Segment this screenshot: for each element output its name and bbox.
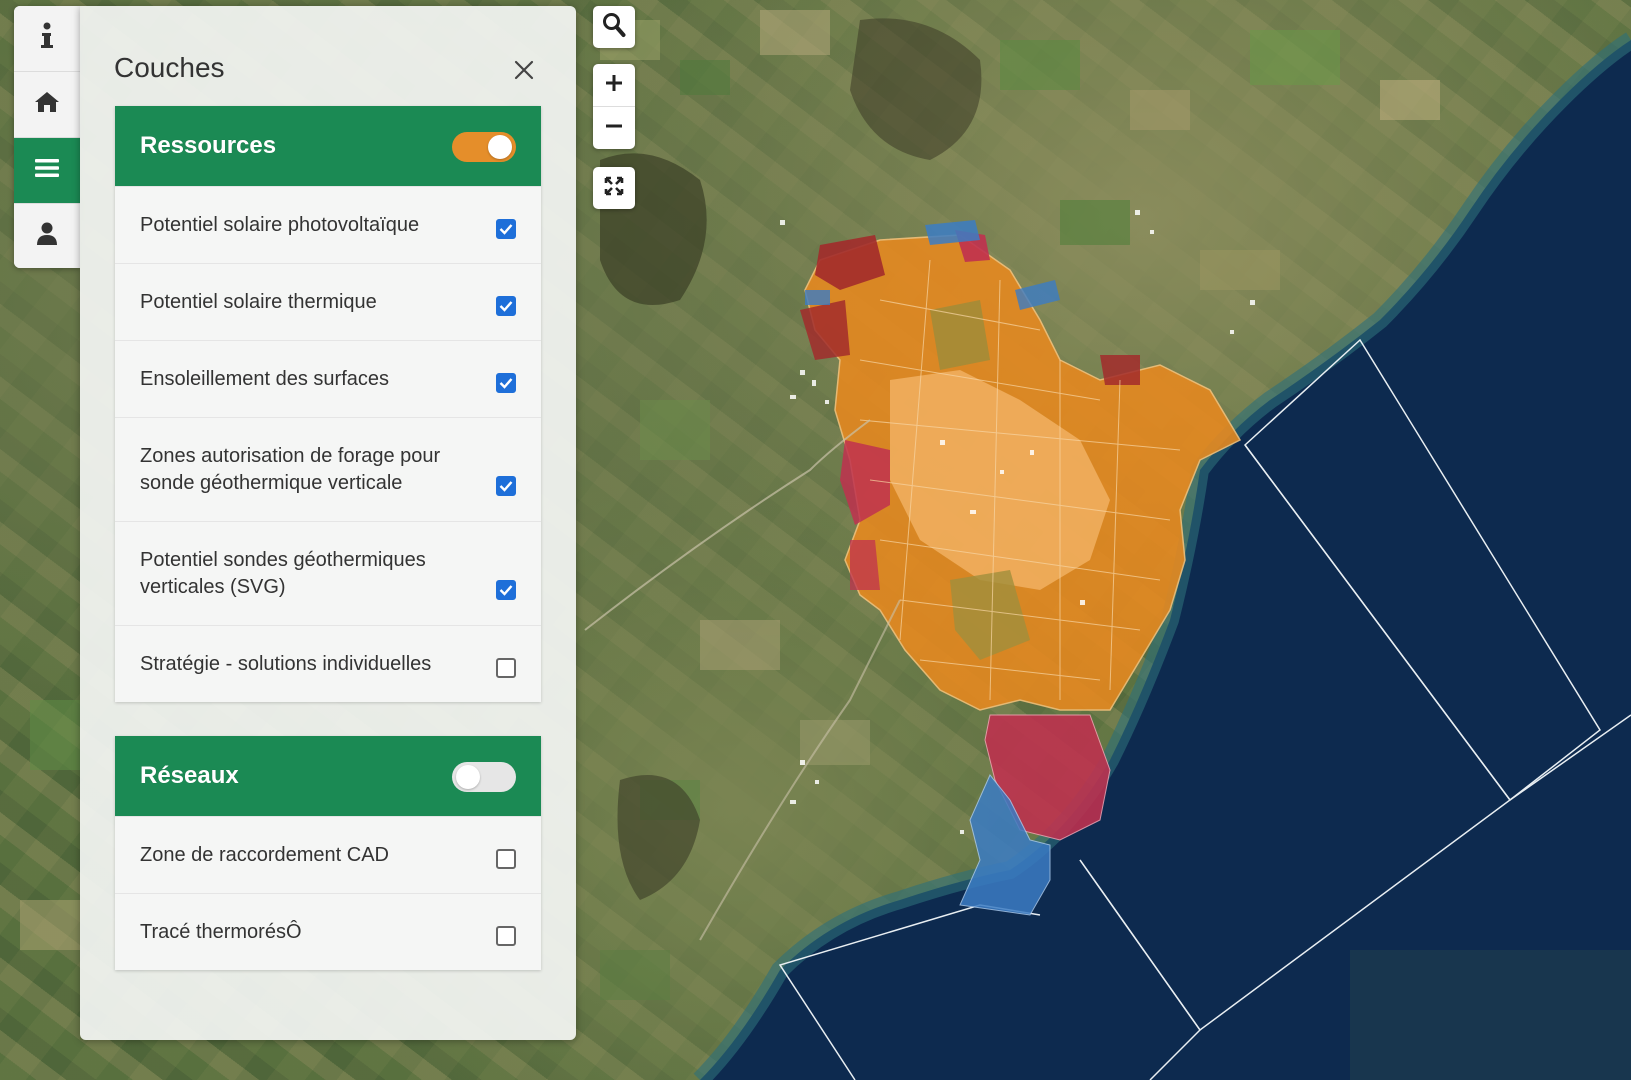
menu-icon <box>35 158 59 183</box>
layer-row[interactable]: Stratégie - solutions individuelles <box>115 625 541 702</box>
fullscreen-control <box>593 167 635 209</box>
layer-row[interactable]: Potentiel sondes géothermiques verticale… <box>115 521 541 625</box>
check-icon <box>499 481 513 492</box>
layer-checkbox[interactable] <box>496 580 516 600</box>
layer-label: Potentiel solaire photovoltaïque <box>140 213 420 236</box>
fullscreen-icon <box>603 175 625 202</box>
layer-label: Ensoleillement des surfaces <box>140 367 390 390</box>
layer-checkbox[interactable] <box>496 476 516 496</box>
layer-label: Stratégie - solutions individuelles <box>140 652 432 675</box>
layer-row[interactable]: Zones autorisation de forage pour sonde … <box>115 417 541 521</box>
sidebar-item-layers[interactable] <box>14 138 80 204</box>
info-icon <box>40 22 54 55</box>
zoom-control <box>593 64 635 149</box>
layer-row[interactable]: Tracé thermorésÔ <box>115 893 541 970</box>
toggle-knob <box>488 135 512 159</box>
sidebar-item-user[interactable] <box>14 204 80 268</box>
layer-checkbox[interactable] <box>496 849 516 869</box>
layer-label: Potentiel solaire thermique <box>140 290 377 313</box>
sidebar <box>14 6 80 268</box>
layers-panel: Couches Ressources Potentiel solaire pho… <box>80 6 576 1040</box>
group-toggle-ressources[interactable] <box>452 132 516 162</box>
close-button[interactable] <box>510 58 538 86</box>
close-icon <box>514 60 534 85</box>
search-button[interactable] <box>593 6 635 48</box>
zoom-in-button[interactable] <box>593 64 635 106</box>
check-icon <box>499 378 513 389</box>
home-icon <box>34 91 60 118</box>
layer-label: Tracé thermorésÔ <box>140 920 302 943</box>
zoom-out-button[interactable] <box>593 106 635 149</box>
check-icon <box>499 585 513 596</box>
zoom-out-icon <box>604 116 624 141</box>
zoom-in-icon <box>604 73 624 98</box>
layer-checkbox[interactable] <box>496 219 516 239</box>
layer-label: Potentiel sondes géothermiques verticale… <box>140 548 426 598</box>
check-icon <box>499 224 513 235</box>
layer-label: Zone de raccordement CAD <box>140 843 390 866</box>
panel-title: Couches <box>114 52 225 83</box>
layer-row[interactable]: Potentiel solaire photovoltaïque <box>115 186 541 263</box>
group-title: Réseaux <box>140 762 239 789</box>
map-search-control <box>593 6 635 48</box>
layer-group-ressources: Ressources Potentiel solaire photovoltaï… <box>115 106 541 702</box>
check-icon <box>499 301 513 312</box>
group-header-reseaux: Réseaux <box>115 736 541 816</box>
layer-label: Zones autorisation de forage pour sonde … <box>140 444 441 494</box>
layer-row[interactable]: Potentiel solaire thermique <box>115 263 541 340</box>
toggle-knob <box>456 765 480 789</box>
layer-checkbox[interactable] <box>496 926 516 946</box>
fullscreen-button[interactable] <box>593 167 635 209</box>
user-icon <box>36 222 58 251</box>
group-title: Ressources <box>140 132 277 159</box>
search-icon <box>602 12 626 43</box>
layer-row[interactable]: Zone de raccordement CAD <box>115 816 541 893</box>
sidebar-item-info[interactable] <box>14 6 80 72</box>
layer-checkbox[interactable] <box>496 296 516 316</box>
layer-row[interactable]: Ensoleillement des surfaces <box>115 340 541 417</box>
group-toggle-reseaux[interactable] <box>452 762 516 792</box>
sidebar-item-home[interactable] <box>14 72 80 138</box>
layer-checkbox[interactable] <box>496 658 516 678</box>
layer-checkbox[interactable] <box>496 373 516 393</box>
layer-group-reseaux: Réseaux Zone de raccordement CAD Tracé t… <box>115 736 541 970</box>
group-header-ressources: Ressources <box>115 106 541 186</box>
